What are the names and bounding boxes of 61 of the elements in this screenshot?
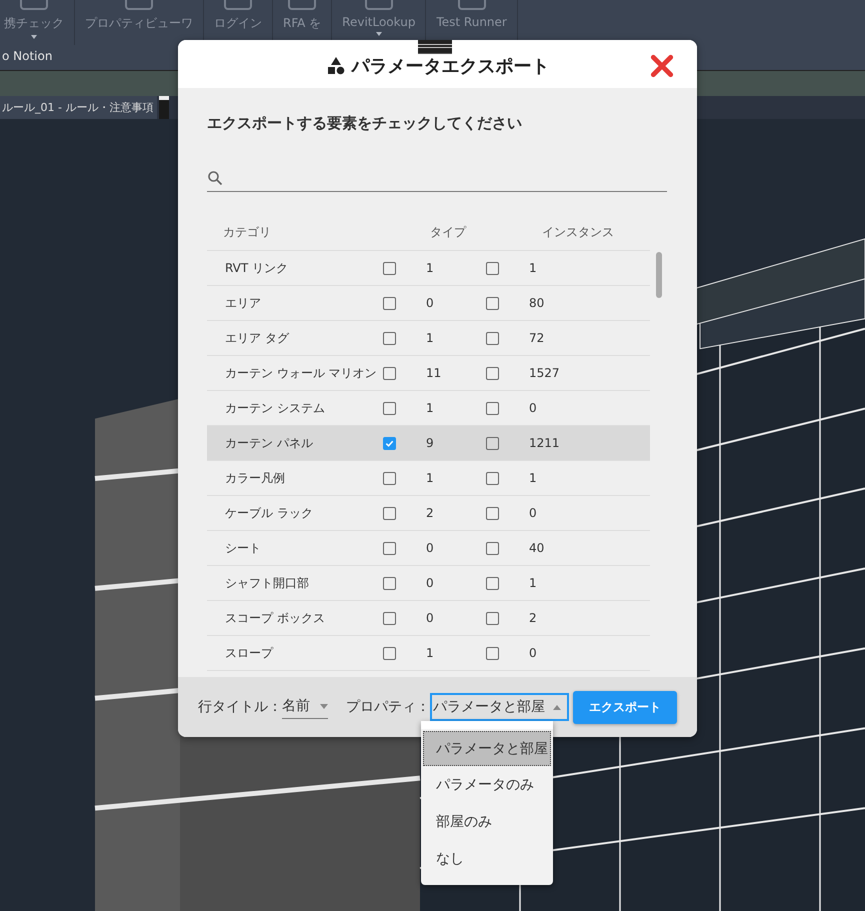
column-header: カテゴリ: [222, 224, 272, 240]
table-row[interactable]: スロープ 1 0: [207, 636, 650, 671]
count-cell-text: 1: [426, 471, 435, 485]
count-cell-text: 1: [426, 646, 435, 660]
category-cell-text: カラー凡例: [224, 470, 286, 486]
column-header: タイプ: [430, 224, 468, 240]
count-cell-text: 1527: [529, 366, 561, 380]
count-cell-text: 0: [529, 646, 538, 660]
panel-label: o Notion: [2, 49, 52, 63]
count-cell-text: 1: [426, 331, 435, 345]
count-cell-text: 0: [426, 576, 435, 590]
table-row[interactable]: エリア 0 80: [207, 286, 650, 321]
category-cell-text: シャフト開口部: [224, 574, 310, 592]
count-cell-text: 0: [529, 506, 538, 520]
category-cell-text: ケーブル ラック: [224, 504, 314, 522]
count-cell-text: 1: [529, 576, 538, 590]
count-cell-text: 2: [529, 611, 538, 625]
category-cell-text: エリア: [224, 294, 262, 312]
count-cell-text: 40: [529, 541, 546, 555]
menu-option[interactable]: なし: [421, 840, 553, 877]
row-title-label: 行タイトル：: [198, 698, 282, 716]
table-row[interactable]: RVT リンク 1 1: [207, 251, 650, 286]
table-row[interactable]: シャフト開口部 0 1: [207, 566, 650, 601]
menu-option[interactable]: パラメータと部屋: [423, 731, 551, 766]
count-cell-text: 1: [426, 261, 435, 275]
column-header: インスタンス: [542, 224, 614, 240]
count-cell-text: 2: [426, 506, 435, 520]
count-cell-text: 0: [426, 541, 435, 555]
dialog-title: パラメータエクスポート: [352, 55, 550, 78]
category-cell-text: エリア タグ: [224, 330, 290, 346]
table-row[interactable]: シート 0 40: [207, 531, 650, 566]
table-row[interactable]: ケーブル ラック 2 0: [207, 496, 650, 531]
count-cell-text: 80: [529, 296, 546, 310]
category-cell-text: RVT リンク: [224, 260, 290, 276]
count-cell-text: 1: [426, 401, 435, 415]
table-row[interactable]: スコープ ボックス 0 2: [207, 601, 650, 636]
category-cell-text: カーテン システム: [224, 400, 326, 416]
count-cell-text: 72: [529, 331, 546, 345]
count-cell-text: 11: [426, 366, 442, 380]
table-row[interactable]: カーテン ウォール マリオン 11 1527: [207, 356, 650, 391]
row-title-dropdown[interactable]: 名前: [282, 695, 328, 719]
count-cell-text: 0: [529, 401, 538, 415]
table-row[interactable]: エリア タグ 1 72: [207, 321, 650, 356]
menu-option[interactable]: パラメータのみ: [421, 766, 553, 803]
count-cell-text: 9: [426, 436, 435, 450]
count-cell-text: 1: [529, 471, 538, 485]
category-cell-text: スコープ ボックス: [224, 610, 326, 626]
category-cell-text: カーテン ウォール マリオン: [224, 364, 378, 382]
count-cell-text: 1211: [529, 436, 561, 450]
count-cell-text: 0: [426, 296, 435, 310]
category-cell-text: スロープ: [224, 644, 274, 662]
property-label: プロパティ：: [346, 698, 430, 716]
count-cell-text: 0: [426, 611, 435, 625]
menu-option[interactable]: 部屋のみ: [421, 803, 553, 840]
count-cell-text: 1: [529, 261, 538, 275]
category-cell-text: シート: [224, 540, 262, 556]
view-tab[interactable]: ルール_01 - ルール・注意事項: [0, 96, 158, 119]
table-row[interactable]: カラー凡例 1 1: [207, 461, 650, 496]
instruction-text: エクスポートする要素をチェックしてください: [207, 114, 523, 133]
table-row[interactable]: カーテン パネル 9 1211: [207, 426, 650, 461]
category-cell-text: カーテン パネル: [224, 434, 314, 452]
